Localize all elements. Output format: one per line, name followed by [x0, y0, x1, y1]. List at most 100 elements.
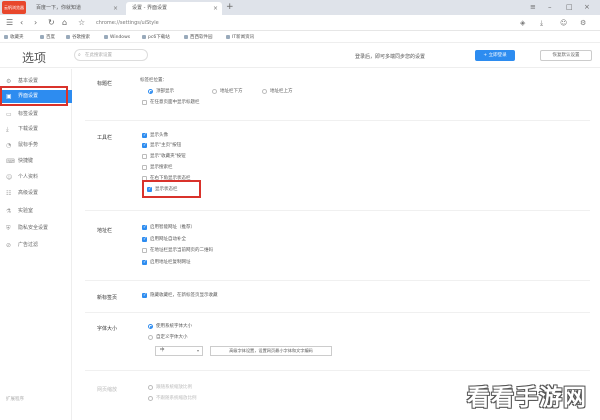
user-icon[interactable]: ☺ [560, 17, 567, 29]
bookmark-item[interactable]: 收藏夹 [4, 33, 24, 42]
checkbox-icon [142, 154, 147, 159]
radio-tab-above-address[interactable]: 地址栏上方 [262, 88, 293, 95]
sidebar-extensions-link[interactable]: 扩展程序 [6, 396, 24, 402]
tab-bar: 云帆浏览器 百度一下，你就知道 × 设置 - 界面设置 × + ≡ – □ × [0, 0, 600, 15]
address-bar: ☰ ‹ › ↻ ⌂ ☆ chrome://settings/uiStyle ◈ … [0, 15, 600, 31]
bookmark-item[interactable]: 西西软件园 [184, 33, 213, 42]
minimize-icon[interactable]: – [548, 2, 552, 13]
tab-icon: ▭ [6, 111, 12, 118]
sidebar-item-label: 隐私安全设置 [18, 225, 49, 231]
sidebar-item-lab[interactable]: ⚗ 实验室 [0, 205, 72, 218]
divider [85, 210, 590, 211]
sidebar-item-profile[interactable]: ☺ 个人资料 [0, 171, 72, 184]
checkbox-copy-url[interactable]: 启用地址栏复制网址 [142, 259, 191, 266]
close-icon[interactable]: × [213, 2, 218, 15]
checkbox-show-favorites[interactable]: 显示"收藏夹"按钮 [142, 153, 186, 160]
maximize-icon[interactable]: □ [566, 2, 573, 13]
sidebar-item-advanced[interactable]: ☷ 高级设置 [0, 187, 72, 200]
star-icon[interactable]: ☆ [78, 17, 85, 29]
radio-system-font[interactable]: 使用系统字体大小 [148, 323, 192, 330]
checkbox-icon [142, 142, 147, 149]
section-label-titlebar: 标题栏 [97, 81, 113, 87]
radio-icon [148, 385, 153, 390]
url-input[interactable]: chrome://settings/uiStyle [96, 18, 516, 28]
checkbox-show-qrcode[interactable]: 在地址栏显示当前网页的二维码 [142, 247, 213, 254]
close-icon[interactable]: × [113, 2, 118, 15]
bookmarks-bar: 收藏夹 百度 谷歌搜索 Windows pc6下载站 西西软件园 IT新闻资讯 [0, 32, 600, 43]
sidebar-item-gestures[interactable]: ◔ 鼠标手势 [0, 139, 72, 152]
radio-label: 顶部显示 [156, 89, 174, 94]
search-placeholder: 在此搜索设置 [85, 53, 112, 58]
watermark: 看看手游网 [467, 385, 587, 411]
bookmark-item[interactable]: Windows [104, 33, 130, 42]
sidebar-item-label: 标签设置 [18, 111, 39, 117]
login-hint: 登录后，即可多端同步您的设置 [355, 54, 426, 60]
bookmark-item[interactable]: pc6下载站 [142, 33, 170, 42]
settings-header: 选项 ⌕ 在此搜索设置 登录后，即可多端同步您的设置 + 立即登录 恢复默认设置 [0, 44, 600, 68]
font-size-select[interactable]: 中 ▾ [155, 346, 203, 356]
radio-icon [148, 396, 153, 401]
advanced-font-button[interactable]: 高级字体设置，设置网页最小字体和文字编码 [210, 346, 332, 356]
checkbox-icon [142, 248, 147, 253]
checkbox-show-titlebar[interactable]: 在任意页面中显示标题栏 [142, 99, 200, 106]
new-tab-icon[interactable]: + [226, 1, 234, 14]
sidebar-item-shortcuts[interactable]: ⌨ 快捷键 [0, 155, 72, 168]
extension-icon[interactable]: ◈ [520, 17, 525, 29]
sidebar-item-label: 高级设置 [18, 190, 39, 196]
checkbox-url-autocomplete[interactable]: 启用网址自动补全 [142, 236, 186, 243]
flask-icon: ⚗ [6, 208, 12, 215]
sidebar-item-label: 基本设置 [18, 78, 39, 84]
sidebar-item-adblock[interactable]: ⊘ 广告过滤 [0, 239, 72, 252]
checkbox-show-avatar[interactable]: 显示头像 [142, 132, 168, 139]
download-icon[interactable]: ⤓ [540, 17, 543, 29]
radio-no-system-zoom[interactable]: 不跟随系统缩放比例 [148, 395, 197, 402]
bookmark-item[interactable]: IT新闻资讯 [226, 33, 254, 42]
checkbox-icon [142, 132, 147, 139]
radio-tab-top[interactable]: 顶部显示 [148, 88, 174, 95]
radio-icon [148, 89, 153, 94]
checkbox-icon [142, 224, 147, 231]
sidebar-item-download[interactable]: ⤓ 下载设置 [0, 123, 72, 136]
reload-icon[interactable]: ↻ [48, 17, 55, 29]
sidebar-item-tabs[interactable]: ▭ 标签设置 [0, 108, 72, 121]
radio-icon [148, 335, 153, 340]
checkbox-label: 显示搜索栏 [150, 165, 173, 170]
tab-baidu[interactable]: 百度一下，你就知道 × [30, 2, 122, 15]
checkbox-label: 显示"主页"按钮 [150, 143, 182, 148]
tab-settings[interactable]: 设置 - 界面设置 × [126, 2, 222, 15]
tabbar-position-label: 标签栏位置： [140, 78, 167, 83]
section-label-addressbar: 地址栏 [97, 228, 113, 234]
bookmark-item[interactable]: 谷歌搜索 [66, 33, 90, 42]
checkbox-show-home[interactable]: 显示"主页"按钮 [142, 142, 181, 149]
forward-icon[interactable]: › [34, 17, 37, 29]
close-window-icon[interactable]: × [584, 2, 590, 13]
shield-icon: ⛨ [6, 225, 11, 232]
back-icon[interactable]: ‹ [20, 17, 23, 29]
sidebar-item-privacy[interactable]: ⛨ 隐私安全设置 [0, 222, 72, 235]
checkbox-hide-favorites-bar[interactable]: 隐藏收藏栏，在新标签页显示收藏 [142, 292, 218, 299]
search-input[interactable]: ⌕ 在此搜索设置 [74, 49, 148, 61]
menu-icon[interactable]: ≡ [530, 2, 536, 13]
chevron-down-icon: ▾ [196, 348, 199, 353]
radio-tab-below-address[interactable]: 地址栏下方 [212, 88, 243, 95]
highlight-box-sidebar [0, 86, 68, 106]
sidebar-item-label: 快捷键 [18, 158, 34, 164]
sidebar-item-label: 下载设置 [18, 126, 39, 132]
login-button[interactable]: + 立即登录 [475, 50, 515, 61]
checkbox-show-search[interactable]: 显示搜索栏 [142, 164, 173, 171]
radio-label: 自定义字体大小 [156, 335, 188, 340]
radio-custom-font[interactable]: 自定义字体大小 [148, 334, 188, 341]
select-value: 中 [160, 348, 165, 353]
checkbox-icon [142, 236, 147, 243]
settings-icon[interactable]: ⚙ [580, 17, 586, 29]
sidebar-item-label: 个人资料 [18, 174, 39, 180]
menu-icon[interactable]: ☰ [6, 17, 13, 29]
radio-label: 不跟随系统缩放比例 [156, 396, 197, 401]
bookmark-item[interactable]: 百度 [40, 33, 55, 42]
home-icon[interactable]: ⌂ [62, 17, 67, 29]
checkbox-smart-url[interactable]: 启用智能网址（推荐） [142, 224, 195, 231]
reset-defaults-button[interactable]: 恢复默认设置 [540, 50, 592, 61]
radio-follow-system-zoom[interactable]: 跟随系统缩放比例 [148, 384, 192, 391]
checkbox-icon [142, 259, 147, 266]
keyboard-icon: ⌨ [6, 158, 15, 165]
